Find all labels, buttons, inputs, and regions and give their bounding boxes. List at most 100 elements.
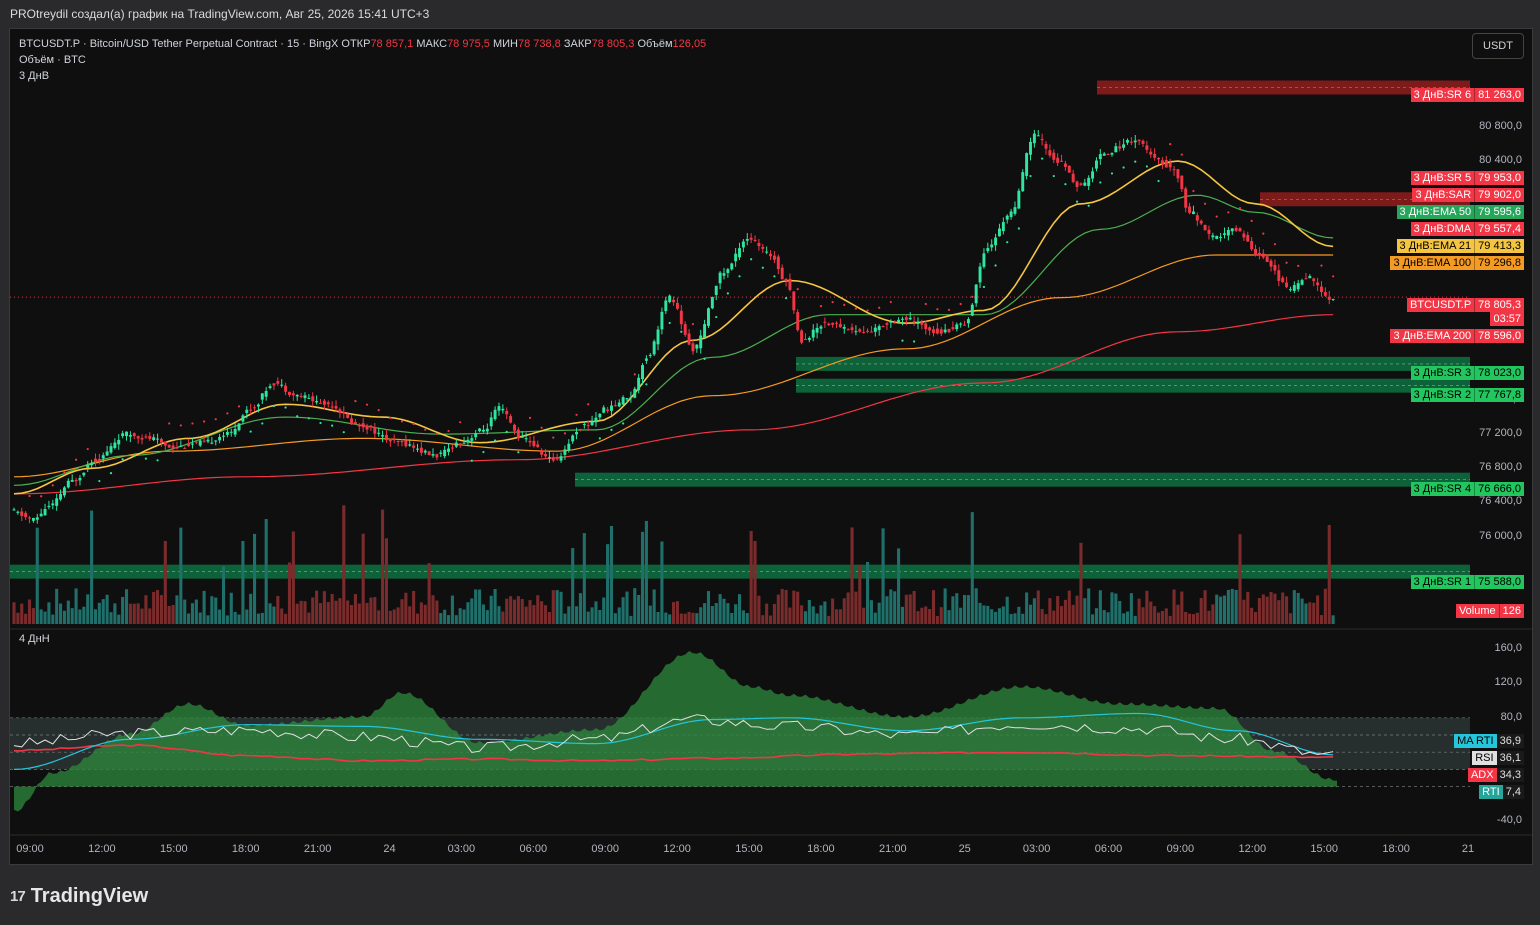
chart-canvas[interactable] xyxy=(10,29,1532,864)
sar-dot xyxy=(1017,227,1020,230)
price-tag[interactable]: 3 ДнВ:SR 2 77 767,8 xyxy=(1410,388,1524,402)
candle xyxy=(578,428,582,430)
candle xyxy=(1153,154,1157,158)
candle xyxy=(330,406,334,408)
price-tag[interactable]: 3 ДнВ:SAR 79 902,0 xyxy=(1412,188,1524,202)
price-tag[interactable]: 3 ДнВ:EMA 200 78 596,0 xyxy=(1390,329,1524,343)
volume-bar xyxy=(415,613,420,624)
volume-bar xyxy=(1052,610,1056,624)
candle xyxy=(346,414,350,418)
candle xyxy=(222,435,225,437)
price-tag[interactable]: BTCUSDT.P 78 805,3 xyxy=(1407,298,1524,312)
sar-dot xyxy=(459,421,462,424)
volume-bar xyxy=(749,530,753,624)
volume-bar xyxy=(485,610,489,624)
candle xyxy=(823,321,827,323)
sar-dot xyxy=(133,454,136,457)
volume-bar xyxy=(346,600,350,624)
volume-bar xyxy=(1102,610,1106,624)
osc-tag[interactable]: MA RTI 36,9 xyxy=(1454,734,1524,748)
legend-symbol[interactable]: BTCUSDT.P · Bitcoin/USD Tether Perpetual… xyxy=(19,38,338,50)
currency-button[interactable]: USDT xyxy=(1472,33,1524,59)
volume-bar xyxy=(295,603,299,624)
candle xyxy=(540,450,544,455)
price-tag[interactable]: 3 ДнВ:SR 5 79 953,0 xyxy=(1410,171,1524,185)
price-tag[interactable]: 3 ДнВ:SR 6 81 263,0 xyxy=(1410,88,1524,102)
candle xyxy=(885,323,889,325)
price-tag-value: 126 xyxy=(1498,604,1524,618)
sar-dot xyxy=(1134,160,1137,163)
oscillator-pane-label[interactable]: 4 ДнН xyxy=(19,633,50,645)
candle xyxy=(408,444,412,446)
sar-dot xyxy=(656,362,660,365)
sar-dot xyxy=(1145,165,1148,168)
volume-bar xyxy=(920,607,924,624)
legend-line-3[interactable]: 3 ДнВ xyxy=(19,68,706,84)
candle xyxy=(1079,183,1083,185)
volume-bar xyxy=(939,607,943,624)
volume-bar xyxy=(1125,611,1130,624)
price-tag[interactable]: 3 ДнВ:EMA 100 79 296,8 xyxy=(1390,256,1524,270)
volume-bar xyxy=(183,599,187,624)
footer: 17 TradingView xyxy=(10,882,148,910)
price-tag-name: BTCUSDT.P xyxy=(1407,298,1475,312)
volume-bar xyxy=(838,609,842,624)
candle xyxy=(582,424,586,426)
sar-dot xyxy=(587,403,590,406)
sar-dot xyxy=(528,416,532,419)
price-tag[interactable]: 3 ДнВ:EMA 50 79 595,6 xyxy=(1396,205,1524,219)
candle xyxy=(132,433,136,437)
candle xyxy=(377,432,381,434)
sar-dot xyxy=(249,430,252,433)
candle xyxy=(439,452,443,454)
candle xyxy=(827,323,831,326)
sar-dot xyxy=(843,303,846,306)
volume-bar xyxy=(710,605,714,624)
price-tag-name: 3 ДнВ:EMA 21 xyxy=(1396,239,1475,253)
chart-frame[interactable]: BTCUSDT.P · Bitcoin/USD Tether Perpetual… xyxy=(9,28,1533,865)
volume-bar xyxy=(722,598,726,624)
volume-bar xyxy=(1106,612,1110,624)
osc-tag[interactable]: RSI 36,1 xyxy=(1472,751,1524,765)
candle xyxy=(718,272,722,284)
candle xyxy=(1292,285,1296,291)
volume-bar xyxy=(512,599,517,624)
osc-tag[interactable]: RTI 7,4 xyxy=(1479,785,1524,799)
candle xyxy=(1149,151,1153,155)
volume-bar xyxy=(454,615,458,624)
candle xyxy=(776,256,780,270)
volume-bar xyxy=(664,612,668,624)
price-tag[interactable]: 3 ДнВ:EMA 21 79 413,3 xyxy=(1396,239,1524,253)
candle xyxy=(1063,163,1067,167)
volume-bar xyxy=(470,598,474,624)
price-tag[interactable]: 3 ДнВ:SR 4 76 666,0 xyxy=(1410,482,1524,496)
volume-bar xyxy=(1005,596,1009,624)
candle xyxy=(935,328,939,334)
candle xyxy=(516,429,520,439)
volume-bar xyxy=(381,509,385,624)
candle xyxy=(357,424,361,427)
candle xyxy=(520,436,524,438)
volume-bar xyxy=(12,602,16,624)
candle xyxy=(625,398,629,400)
candle xyxy=(1048,150,1052,156)
candle xyxy=(1257,252,1261,256)
candle xyxy=(555,457,559,460)
legend-line-2[interactable]: Объём · BTC xyxy=(19,52,706,68)
candle xyxy=(590,421,594,426)
candle xyxy=(660,311,664,330)
volume-bar xyxy=(1009,614,1013,624)
candle xyxy=(679,310,683,325)
osc-tag[interactable]: ADX 34,3 xyxy=(1467,768,1524,782)
price-tag[interactable]: 3 ДнВ:DMA 79 557,4 xyxy=(1410,222,1524,236)
volume-bar xyxy=(16,612,20,624)
candle xyxy=(1223,233,1226,235)
volume-bar xyxy=(943,588,947,624)
price-tag[interactable]: 3 ДнВ:SR 1 75 588,0 xyxy=(1410,575,1524,589)
volume-bar xyxy=(62,610,66,624)
price-tag[interactable]: Volume 126 xyxy=(1455,604,1524,618)
candle xyxy=(982,253,986,267)
price-tag[interactable]: 3 ДнВ:SR 3 78 023,0 xyxy=(1410,366,1524,380)
candle xyxy=(575,432,579,435)
candle xyxy=(1032,133,1036,144)
